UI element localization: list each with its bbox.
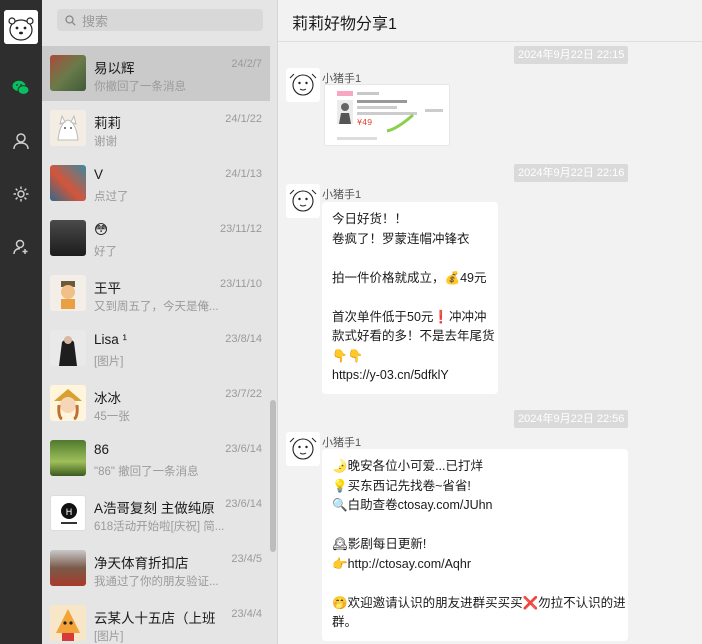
chat-date: 23/11/10: [219, 278, 262, 290]
sender-avatar[interactable]: [286, 68, 320, 102]
message-line: 卷疯了！罗蒙连帽冲锋衣: [332, 231, 470, 246]
nav-rail: [0, 0, 42, 644]
chat-item[interactable]: 86 23/6/14 "86" 撤回了一条消息: [42, 431, 270, 486]
chat-name: 易以辉: [94, 61, 135, 76]
chat-date: 24/2/7: [231, 58, 262, 70]
chat-date: 23/11/12: [219, 223, 262, 235]
add-friend-icon[interactable]: [9, 235, 33, 259]
contact-avatar: [50, 110, 86, 146]
chat-icon[interactable]: [9, 76, 33, 100]
contact-avatar: [50, 165, 86, 201]
product-image-message[interactable]: ¥49: [324, 84, 450, 146]
contact-avatar: [50, 220, 86, 256]
message-line: 🕰影剧每日更新!: [332, 537, 427, 551]
chat-name: 云某人十五店（上班...: [94, 611, 216, 626]
chat-header: 莉莉好物分享1: [278, 0, 702, 42]
search-placeholder: 搜索: [82, 13, 109, 29]
chat-date: 24/1/22: [225, 113, 262, 125]
chat-date: 23/6/14: [225, 498, 262, 510]
chat-item[interactable]: 莉莉 24/1/22 谢谢: [42, 101, 270, 156]
chat-name: Lisa ¹: [94, 332, 128, 347]
chat-name: 86: [94, 442, 110, 457]
chat-preview: "86" 撤回了一条消息: [94, 466, 199, 478]
message-bubble[interactable]: 🌛晚安各位小可爱...已打烊 💡买东西记先找卷~省省! 🔍白助查卷ctosay.…: [322, 449, 628, 641]
message-bubble[interactable]: 今日好货！！ 卷疯了！罗蒙连帽冲锋衣 拍一件价格就成立，💰49元 首次单件低于5…: [322, 202, 498, 394]
chat-preview: 好了: [94, 246, 117, 258]
chat-date: 23/7/22: [225, 388, 262, 400]
chat-item[interactable]: V 24/1/13 点过了: [42, 156, 270, 211]
sender-name: 小猪手1: [322, 189, 362, 201]
chat-preview: 点过了: [94, 191, 129, 203]
contact-avatar: [50, 330, 86, 366]
chat-preview: 45一张: [94, 411, 130, 423]
svg-text:¥49: ¥49: [357, 118, 372, 127]
chat-date: 23/8/14: [225, 333, 262, 345]
contacts-icon[interactable]: [9, 129, 33, 153]
chat-name: 😳: [94, 222, 109, 237]
chat-item[interactable]: 冰冰 23/7/22 45一张: [42, 376, 270, 431]
search-input[interactable]: 搜索: [57, 9, 263, 31]
message-line: 款式好看的多！不是去年尾货: [332, 329, 495, 343]
chat-item[interactable]: 云某人十五店（上班... 23/4/4 [图片]: [42, 596, 270, 644]
chat-preview: 618活动开始啦[庆祝] 简...: [94, 521, 225, 533]
contact-avatar: [50, 605, 86, 641]
contact-avatar: [50, 550, 86, 586]
chat-date: 24/1/13: [225, 168, 262, 180]
contact-avatar: H: [50, 495, 86, 531]
message-line: 👇👇: [332, 348, 364, 363]
chat-preview: 你撤回了一条消息: [94, 81, 186, 93]
chat-preview: 又到周五了，今天是俺...: [94, 301, 219, 313]
chat-date: 23/4/5: [231, 553, 262, 565]
chat-name: A浩哥复刻 主做纯原...: [94, 501, 216, 516]
search-icon: [65, 14, 76, 26]
message-link[interactable]: 🔍白助查卷ctosay.com/JUhn: [332, 496, 618, 516]
timestamp: 2024年9月22日 22:16: [514, 164, 629, 182]
timestamp: 2024年9月22日 22:56: [514, 410, 629, 428]
chat-name: 莉莉: [94, 116, 121, 131]
sender-avatar[interactable]: [286, 432, 320, 466]
sender-avatar[interactable]: [286, 184, 320, 218]
contact-avatar: [50, 55, 86, 91]
message-line: 🌛晚安各位小可爱...已打烊: [332, 459, 483, 473]
chat-preview: [图片]: [94, 631, 124, 643]
chat-item[interactable]: Lisa ¹ 23/8/14 [图片]: [42, 321, 270, 376]
chat-item[interactable]: H A浩哥复刻 主做纯原... 23/6/14 618活动开始啦[庆祝] 简..…: [42, 486, 270, 541]
chat-item[interactable]: 王平 23/11/10 又到周五了，今天是俺...: [42, 266, 270, 321]
chat-item[interactable]: 易以辉 24/2/7 你撤回了一条消息: [42, 46, 270, 101]
message-link[interactable]: https://y-03.cn/5dfklY: [332, 366, 488, 386]
contact-avatar: [50, 440, 86, 476]
chat-item[interactable]: 😳 23/11/12 好了: [42, 211, 270, 266]
settings-icon[interactable]: [9, 182, 33, 206]
chat-rows: 易以辉 24/2/7 你撤回了一条消息 莉莉 24/1/22 谢谢 V 24/1…: [42, 46, 270, 644]
svg-text:H: H: [66, 508, 73, 518]
chat-date: 23/4/4: [231, 608, 262, 620]
message-line: 今日好货！！: [332, 212, 408, 226]
chat-date: 23/6/14: [225, 443, 262, 455]
chat-preview: 我通过了你的朋友验证...: [94, 576, 219, 588]
chat-name: 净天体育折扣店: [94, 556, 189, 571]
chat-name: 冰冰: [94, 391, 121, 406]
message-line: 首次单件低于50元❗冲冲冲: [332, 309, 487, 324]
chat-preview: [图片]: [94, 356, 124, 368]
chat-name: V: [94, 167, 104, 182]
message-link[interactable]: 👉http://ctosay.com/Aqhr: [332, 555, 618, 575]
chat-title: 莉莉好物分享1: [292, 16, 397, 33]
message-line: 拍一件价格就成立，💰49元: [332, 270, 487, 285]
chat-name: 王平: [94, 281, 121, 296]
sender-name: 小猪手1: [322, 437, 362, 449]
user-avatar[interactable]: [4, 10, 38, 44]
chat-preview: 谢谢: [94, 136, 117, 148]
message-line: 群。: [332, 615, 358, 629]
chat-list-scrollbar[interactable]: [270, 400, 276, 552]
contact-avatar: [50, 275, 86, 311]
contact-avatar: [50, 385, 86, 421]
message-line: 💡买东西记先找卷~省省!: [332, 478, 471, 493]
chat-item[interactable]: 净天体育折扣店 23/4/5 我通过了你的朋友验证...: [42, 541, 270, 596]
chat-list-panel: 搜索 易以辉 24/2/7 你撤回了一条消息 莉莉 24/1/22 谢谢 V 2…: [42, 0, 278, 644]
timestamp: 2024年9月22日 22:15: [514, 46, 629, 64]
message-line: 🤭欢迎邀请认识的朋友进群买买买❌勿拉不认识的进: [332, 595, 626, 610]
chat-window: 莉莉好物分享1 2024年9月22日 22:15 小猪手1 ¥49 2024年9…: [278, 0, 702, 644]
